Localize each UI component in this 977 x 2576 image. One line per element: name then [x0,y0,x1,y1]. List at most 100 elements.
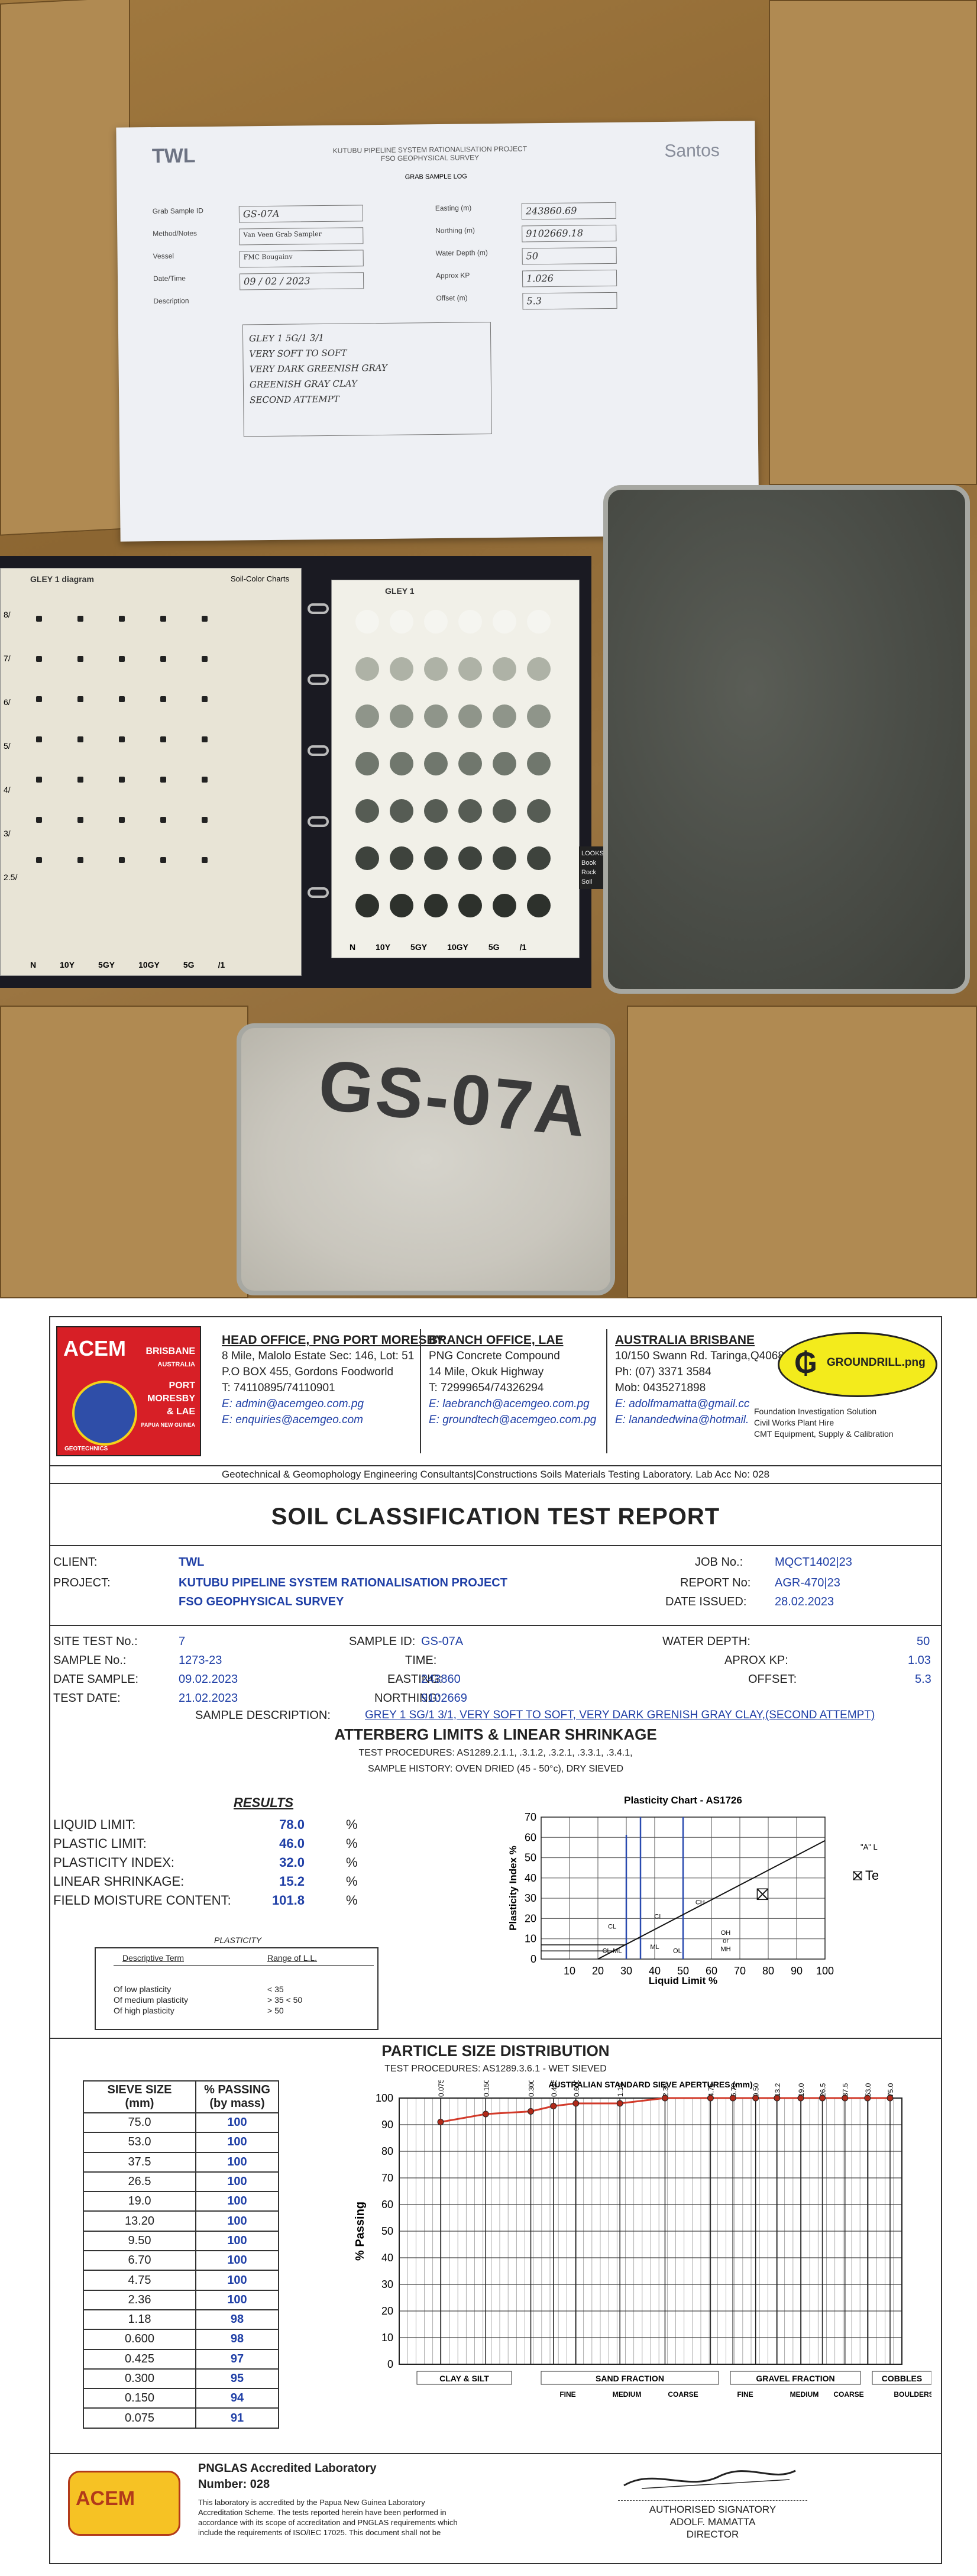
sheet-label: Offset (m) [436,293,468,303]
color-dot [36,696,42,702]
y-tick-label: 50 [381,2225,393,2237]
x-tick-label: 90 [791,1965,803,1977]
binder-ring [308,603,329,614]
atterberg-procedures: TEST PROCEDURES: AS1289.2.1.1, .3.1.2, .… [358,1748,633,1758]
sieve-size-cell: 26.5 [83,2171,196,2193]
psd-procedures: TEST PROCEDURES: AS1289.3.6.1 - WET SIEV… [384,2064,607,2074]
signature [623,2470,796,2489]
test-date-label: TEST DATE: [53,1692,121,1705]
color-dot [36,656,42,662]
sheet-label: Northing (m) [435,226,475,235]
sieve-size-cell: 9.50 [83,2230,196,2252]
color-chip [527,799,551,823]
y-tick-label: 70 [381,2172,393,2184]
sheet-vessel: FMC Bougainv [239,250,364,268]
y-tick-label: 10 [525,1933,536,1945]
sieve-size-cell: 0.425 [83,2348,196,2370]
email-link[interactable]: E: laebranch@acemgeo.com.pg [429,1396,596,1412]
psd-point [797,2095,804,2102]
sheet-northing: 9102669.18 [522,224,617,243]
legend: Test Plot [853,1868,878,1883]
color-chip [424,894,448,917]
table-row: 9.50 100 [83,2230,279,2252]
y-tick-label: 30 [525,1892,536,1904]
table-row: 0.150 94 [83,2388,279,2409]
plasticity-box: PLASTICITY Descriptive Term Range of L.L… [95,1935,378,2030]
x-tick-label: 80 [762,1965,774,1977]
sample-no-label: SAMPLE No.: [53,1654,127,1667]
plasticity-chart: Plasticity Chart - AS1726 0 10 20 30 40 50 60 70… [507,1795,878,1986]
sheet-sample-id: GS-07A [238,205,364,223]
passing-cell: 100 [195,2191,279,2212]
fraction-sub-label: MEDIUM [613,2390,642,2399]
email-link[interactable]: E: enquiries@acemgeo.com [222,1412,444,1428]
date-issued-value: 28.02.2023 [775,1595,834,1608]
color-dot [36,857,42,863]
color-dot [202,656,208,662]
sieve-tick-label: 2.36 [661,2083,669,2097]
report-no-value: AGR-470|23 [775,1576,840,1589]
result-label: FIELD MOISTURE CONTENT: [53,1893,231,1908]
y-tick-label: 10 [381,2332,393,2344]
box-flap-bottom-left [0,1006,248,1298]
signatory: AUTHORISED SIGNATORY ADOLF. MAMATTA DIRE… [618,2500,807,2541]
table-row: 26.5 100 [83,2171,279,2193]
psd-point [616,2100,623,2107]
munsell-right-title: GLEY 1 [385,586,415,596]
a-line-label: "A" LINE [860,1843,878,1851]
psd-point [482,2110,489,2118]
color-chip [424,610,448,634]
color-chip [493,657,516,681]
y-tick-label: 80 [381,2145,393,2157]
water-depth-value: 50 [917,1635,930,1648]
atterberg-title: ATTERBERG LIMITS & LINEAR SHRINKAGE [334,1725,657,1743]
sheet-label: Grab Sample ID [152,206,203,216]
psd-point [661,2095,668,2102]
passing-cell: 98 [195,2329,279,2350]
sheet-label: Date/Time [153,274,186,283]
sieve-size-cell: 0.600 [83,2329,196,2350]
sieve-size-cell: 6.70 [83,2250,196,2271]
x-axis-label: Liquid Limit % [649,1975,717,1986]
fraction-sub-label: FINE [737,2390,753,2399]
munsell-right-page: GLEY 1 N 10Y 5GY 10GY 5G/1 LOOKS Book Rock Soil [331,580,614,958]
color-chip [355,610,379,634]
color-dot [202,857,208,863]
psd-point [842,2095,849,2102]
color-chip [527,846,551,870]
y-tick-label: 70 [525,1811,536,1823]
kp-label: APROX KP: [724,1654,788,1667]
box-flap-left [0,0,130,536]
table-row: 37.5 100 [83,2151,279,2173]
sieve-size-cell: 0.150 [83,2388,196,2409]
job-no-label: JOB No.: [695,1556,743,1569]
fraction-sub-label: FINE [559,2390,575,2399]
passing-cell: 100 [195,2151,279,2173]
color-chip [493,610,516,634]
northing-value: 9102669 [421,1692,467,1705]
sheet-label: Approx KP [435,271,470,280]
color-chip [458,610,482,634]
color-chip [390,894,413,917]
client-label: CLIENT: [53,1556,98,1569]
kp-value: 1.03 [908,1654,931,1667]
time-label: TIME: [405,1654,437,1667]
lab-notes: This laboratory is accredited by the Pap… [198,2498,458,2537]
color-dot [160,857,166,863]
zone-label: CH [695,1899,705,1906]
email-link[interactable]: E: admin@acemgeo.com.pg [222,1396,444,1412]
email-link[interactable]: E: groundtech@acemgeo.com.pg [429,1412,596,1428]
zone-label: CI [654,1913,661,1920]
color-chip [390,846,413,870]
table-row: 13.20 100 [83,2210,279,2232]
y-tick-label: 60 [381,2199,393,2210]
fraction-label: GRAVEL FRACTION [756,2374,834,2383]
color-chip [527,752,551,775]
color-dot [36,777,42,783]
sieve-tick-label: 1.18 [616,2083,625,2097]
psd-point [887,2095,894,2102]
y-tick-label: 0 [530,1953,536,1965]
sieve-tick-label: 37.5 [842,2083,850,2097]
y-tick-label: 60 [525,1831,536,1843]
color-chip [493,846,516,870]
